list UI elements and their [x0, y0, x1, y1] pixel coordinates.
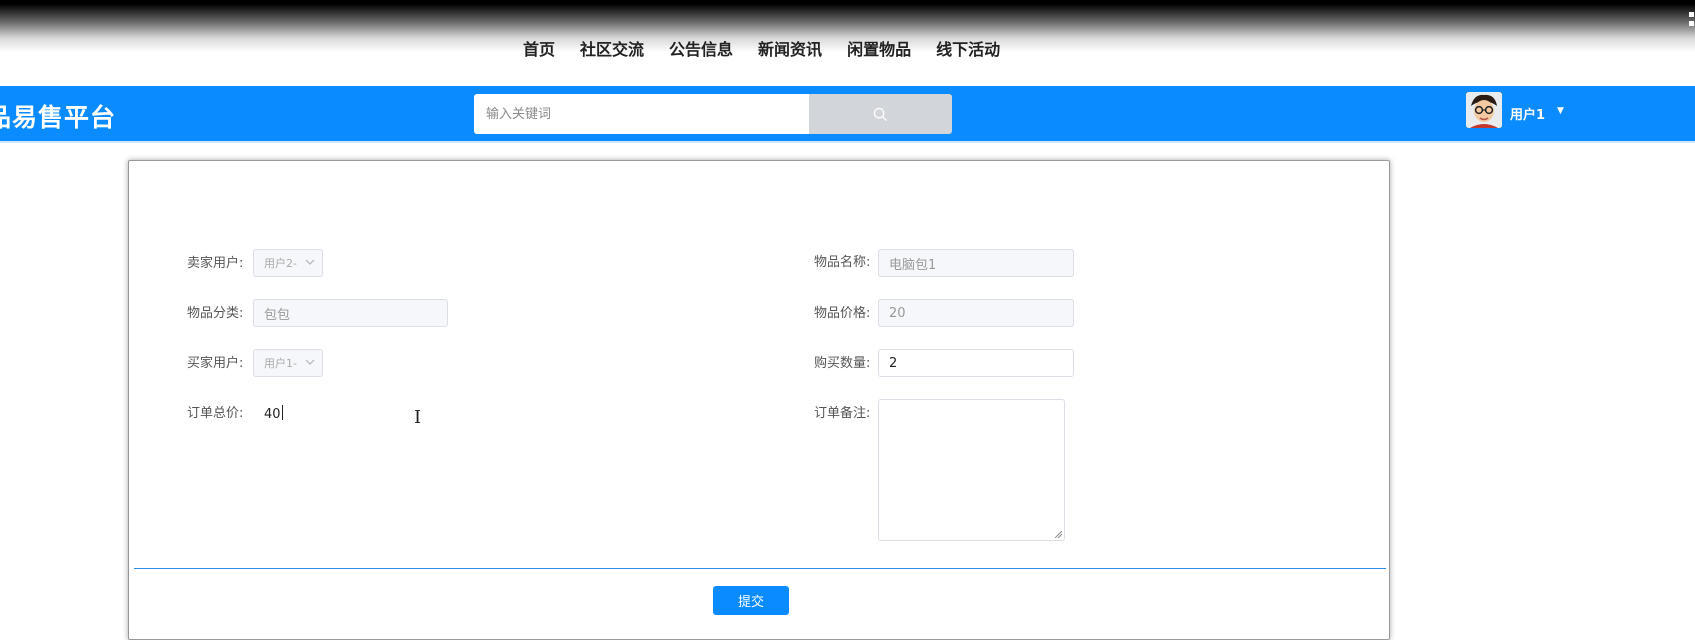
- seller-select[interactable]: 用户2-: [253, 249, 323, 277]
- search-icon: [873, 107, 888, 121]
- price-value: 20: [889, 305, 906, 321]
- search-input[interactable]: [474, 94, 810, 134]
- user-name[interactable]: 用户1: [1510, 104, 1545, 123]
- order-form-card: 卖家用户: 用户2- 物品名称: 电脑包1 物品分类: 包包 物品价格: 20 …: [128, 160, 1390, 640]
- buyer-label: 买家用户:: [187, 356, 244, 371]
- total-value: 40: [264, 407, 281, 422]
- quantity-field[interactable]: 2: [878, 349, 1074, 377]
- price-field[interactable]: 20: [878, 299, 1074, 327]
- menu-dots-icon[interactable]: [1689, 12, 1695, 30]
- nav-item-announcements[interactable]: 公告信息: [669, 36, 733, 60]
- form-divider: [134, 568, 1386, 569]
- resize-handle-icon[interactable]: [1054, 530, 1062, 538]
- buyer-select-value: 用户1-: [264, 357, 297, 370]
- quantity-label: 购买数量:: [814, 356, 871, 371]
- ibeam-cursor-icon: I: [414, 407, 422, 428]
- site-brand[interactable]: 品易售平台: [0, 98, 116, 134]
- item-name-value: 电脑包1: [889, 257, 937, 273]
- nav-item-idle-items[interactable]: 闲置物品: [847, 36, 911, 60]
- category-value: 包包: [264, 307, 291, 323]
- header-divider: [0, 141, 1695, 143]
- price-label: 物品价格:: [814, 306, 871, 321]
- nav-item-offline-events[interactable]: 线下活动: [936, 36, 1000, 60]
- nav-item-news[interactable]: 新闻资讯: [758, 36, 822, 60]
- total-field[interactable]: 40: [264, 405, 283, 422]
- total-label: 订单总价:: [187, 406, 244, 421]
- seller-label: 卖家用户:: [187, 256, 244, 271]
- quantity-value: 2: [889, 355, 898, 371]
- buyer-select[interactable]: 用户1-: [253, 349, 323, 377]
- category-label: 物品分类:: [187, 306, 244, 321]
- text-caret: [281, 405, 283, 420]
- nav-item-home[interactable]: 首页: [523, 36, 555, 60]
- item-name-label: 物品名称:: [814, 255, 871, 270]
- category-field[interactable]: 包包: [253, 299, 448, 327]
- main-nav: 首页 社区交流 公告信息 新闻资讯 闲置物品 线下活动: [523, 36, 1000, 60]
- submit-button[interactable]: 提交: [713, 586, 789, 615]
- search-button[interactable]: [809, 94, 952, 134]
- remark-label: 订单备注:: [814, 406, 871, 421]
- caret-down-icon[interactable]: ▼: [1557, 106, 1564, 116]
- chevron-down-icon: [305, 259, 315, 265]
- remark-textarea[interactable]: [878, 399, 1065, 541]
- seller-select-value: 用户2-: [264, 257, 297, 270]
- nav-item-community[interactable]: 社区交流: [580, 36, 644, 60]
- item-name-field[interactable]: 电脑包1: [878, 249, 1074, 277]
- avatar[interactable]: [1466, 92, 1502, 128]
- chevron-down-icon: [305, 359, 315, 365]
